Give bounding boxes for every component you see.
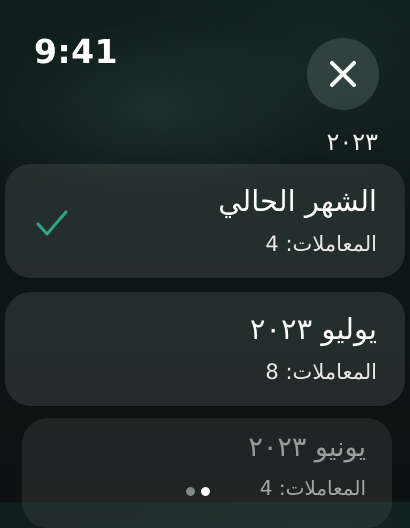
close-icon xyxy=(330,61,356,87)
status-time: 9:41 xyxy=(34,32,119,71)
month-title: يونيو ٢٠٢٣ xyxy=(248,432,366,463)
page-dot xyxy=(186,487,195,496)
page-indicator xyxy=(186,487,210,496)
close-button[interactable] xyxy=(307,38,379,110)
month-item-current[interactable]: الشهر الحالي المعاملات: 4 xyxy=(5,164,405,278)
year-header: ٢٠٢٣ xyxy=(326,128,378,156)
month-item-june[interactable]: يونيو ٢٠٢٣ المعاملات: 4 xyxy=(22,418,392,528)
month-title: يوليو ٢٠٢٣ xyxy=(249,312,377,346)
page-dot-active xyxy=(201,487,210,496)
transactions-count: المعاملات: 8 xyxy=(265,360,377,384)
checkmark-icon xyxy=(36,210,68,236)
transactions-count: المعاملات: 4 xyxy=(265,232,377,256)
transactions-count: المعاملات: 4 xyxy=(259,476,366,500)
month-title: الشهر الحالي xyxy=(218,184,377,218)
month-item-july[interactable]: يوليو ٢٠٢٣ المعاملات: 8 xyxy=(5,292,405,406)
